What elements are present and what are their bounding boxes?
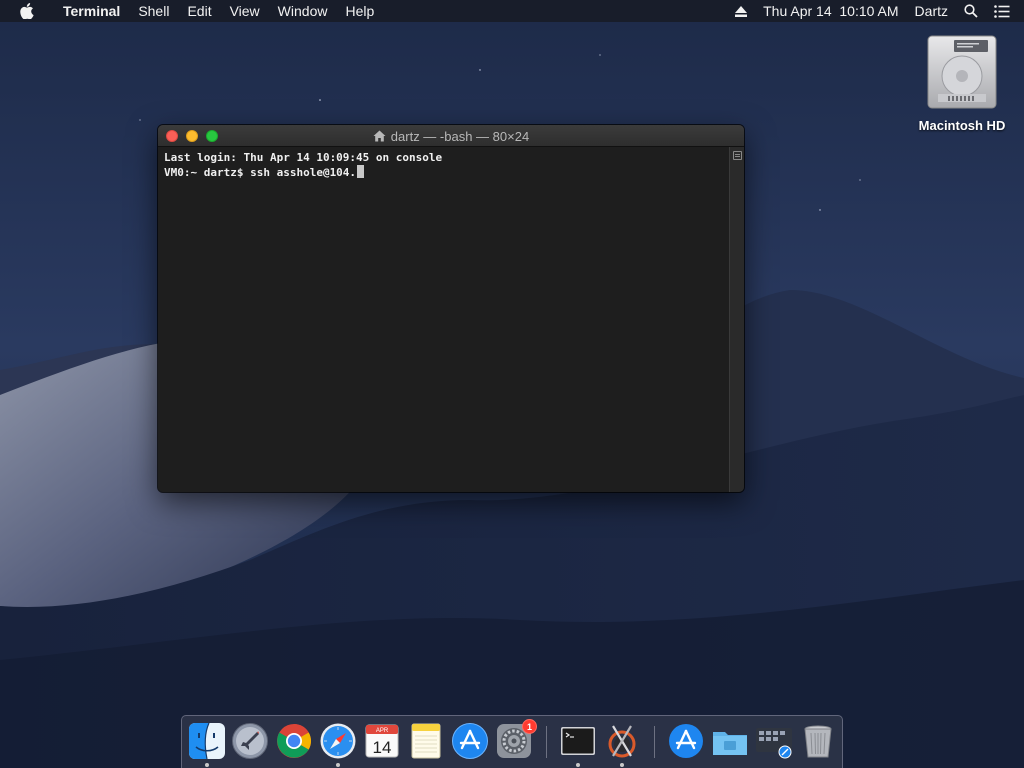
menu-user[interactable]: Dartz [907, 0, 956, 22]
terminal-icon [561, 727, 595, 755]
menu-help[interactable]: Help [336, 0, 383, 22]
text-cursor [357, 165, 365, 178]
instruments-icon [608, 725, 636, 758]
terminal-command-text: VM0:~ dartz$ ssh asshole@104. [164, 166, 357, 179]
finder-icon [189, 722, 225, 760]
terminal-titlebar[interactable]: dartz — -bash — 80×24 [158, 125, 744, 147]
terminal-line-last-login: Last login: Thu Apr 14 10:09:45 on conso… [164, 151, 443, 164]
menu-bar-status-area: Thu Apr 14 10:10 AM Dartz [727, 0, 1024, 22]
running-indicator [205, 763, 209, 767]
downloads-stack-icon [756, 728, 792, 759]
dock-chrome[interactable] [275, 722, 313, 760]
app-store-icon [452, 723, 488, 759]
running-indicator [336, 763, 340, 767]
dock-calendar[interactable]: APR 14 [363, 722, 401, 760]
notification-badge: 1 [522, 719, 537, 734]
terminal-title-text: dartz — -bash — 80×24 [390, 128, 530, 144]
safari-icon [320, 723, 356, 759]
menu-view[interactable]: View [221, 0, 269, 22]
terminal-text-area[interactable]: Last login: Thu Apr 14 10:09:45 on conso… [158, 147, 729, 492]
apple-logo-icon[interactable] [0, 0, 54, 22]
dock-separator [546, 726, 547, 758]
dock-safari[interactable] [319, 722, 357, 767]
calendar-icon: APR 14 [365, 724, 399, 758]
notes-icon [411, 723, 441, 759]
spotlight-search-icon[interactable] [956, 0, 986, 22]
macintosh-hd-label: Macintosh HD [918, 118, 1006, 133]
dock-applications-folder[interactable] [667, 722, 705, 760]
dock-terminal[interactable] [559, 722, 597, 767]
chrome-icon [277, 724, 311, 758]
dock-downloads-stack[interactable] [755, 722, 793, 760]
dock-system-preferences[interactable]: 1 [495, 719, 537, 760]
dock-trash[interactable] [799, 722, 837, 760]
trash-icon [804, 725, 832, 758]
menu-app-terminal[interactable]: Terminal [54, 0, 129, 22]
app-store-folder-icon [669, 724, 703, 758]
eject-icon[interactable] [727, 0, 755, 22]
notification-center-icon[interactable] [986, 0, 1024, 22]
split-pane-icon[interactable] [733, 151, 742, 160]
dock-app-store[interactable] [451, 722, 489, 760]
dock-documents-folder[interactable] [711, 722, 749, 760]
running-indicator [620, 763, 624, 767]
menu-edit[interactable]: Edit [178, 0, 220, 22]
dock: APR 14 1 [181, 715, 843, 768]
launchpad-icon [232, 723, 268, 759]
menu-bar: Terminal Shell Edit View Window Help Thu… [0, 0, 1024, 22]
terminal-line-prompt: VM0:~ dartz$ ssh asshole@104. [164, 165, 723, 180]
macintosh-hd-desktop-icon[interactable]: Macintosh HD [908, 34, 1016, 144]
calendar-day: 14 [373, 738, 392, 757]
dock-launchpad[interactable] [231, 722, 269, 760]
dock-instruments[interactable] [603, 722, 641, 767]
dock-notes[interactable] [407, 722, 445, 760]
terminal-window[interactable]: dartz — -bash — 80×24 Last login: Thu Ap… [158, 125, 744, 492]
menu-shell[interactable]: Shell [129, 0, 178, 22]
terminal-window-title: dartz — -bash — 80×24 [158, 125, 744, 147]
running-indicator [576, 763, 580, 767]
dock-separator [654, 726, 655, 758]
menu-clock[interactable]: Thu Apr 14 10:10 AM [755, 0, 906, 22]
home-folder-icon [373, 130, 386, 142]
folder-icon [713, 732, 747, 755]
dock-finder[interactable] [188, 722, 226, 767]
terminal-scrollbar[interactable] [729, 147, 744, 492]
menu-window[interactable]: Window [269, 0, 337, 22]
calendar-month: APR [376, 728, 389, 734]
hard-drive-icon [927, 35, 997, 109]
